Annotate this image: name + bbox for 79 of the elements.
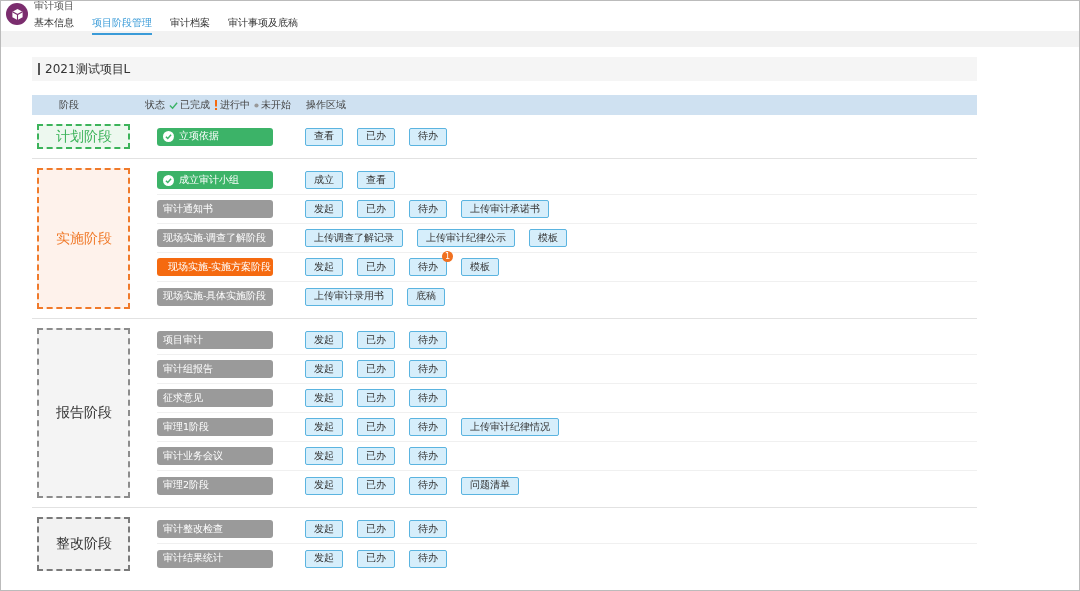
action-button[interactable]: 已办 [357, 258, 395, 276]
action-button[interactable]: 发起 [305, 418, 343, 436]
action-button[interactable]: 已办 [357, 360, 395, 378]
action-button[interactable]: 上传审计承诺书 [461, 200, 549, 218]
action-button[interactable]: 已办 [357, 418, 395, 436]
app-title: 审计项目 [34, 1, 74, 13]
action-button[interactable]: 已办 [357, 200, 395, 218]
action-button[interactable]: 发起 [305, 447, 343, 465]
task-status-bar: 审计组报告 [157, 360, 273, 378]
action-button[interactable]: 发起 [305, 476, 343, 495]
action-button[interactable]: 发起 [305, 549, 343, 568]
action-button[interactable]: 待办 [409, 389, 447, 407]
action-button[interactable]: 待办 [409, 360, 447, 378]
action-button[interactable]: 底稿 [407, 287, 445, 306]
action-button[interactable]: 已办 [357, 520, 395, 538]
action-button[interactable]: 问题清单 [461, 476, 519, 495]
action-button[interactable]: 成立 [305, 171, 343, 189]
task-status-bar: 现场实施-调查了解阶段 [157, 229, 273, 247]
action-button[interactable]: 发起 [305, 258, 343, 276]
dot-icon [254, 102, 259, 108]
task-status-bar: 成立审计小组 [157, 171, 273, 189]
check-circle-icon [163, 131, 174, 142]
task-status-bar: 征求意见 [157, 389, 273, 407]
action-button[interactable]: 待办 [409, 549, 447, 568]
action-button[interactable]: 上传审计纪律情况 [461, 418, 559, 436]
task-status-bar: 审计通知书 [157, 200, 273, 218]
column-header: 状态 [145, 98, 165, 112]
task-status-bar: 项目审计 [157, 331, 273, 349]
action-button[interactable]: 已办 [357, 549, 395, 568]
stage-label: 报告阶段 [37, 328, 130, 498]
action-button[interactable]: 已办 [357, 447, 395, 465]
legend-label: 进行中 [220, 98, 250, 112]
stage-label: 实施阶段 [37, 168, 130, 309]
action-button[interactable]: 待办 [409, 520, 447, 538]
action-button[interactable]: 上传调查了解记录 [305, 229, 403, 247]
action-button[interactable]: 模板 [529, 229, 567, 247]
action-button[interactable]: 查看 [357, 171, 395, 189]
action-button[interactable]: 待办 [409, 200, 447, 218]
column-header: 阶段 [59, 98, 80, 112]
action-button[interactable]: 模板 [461, 258, 499, 276]
check-icon [169, 100, 178, 110]
task-status-bar: 审理2阶段 [157, 476, 273, 495]
action-button[interactable]: 查看 [305, 127, 343, 146]
column-header: 操作区域 [306, 98, 346, 112]
action-button[interactable]: 待办 [409, 127, 447, 146]
count-badge: 1 [442, 251, 453, 262]
tab[interactable]: 基本信息 [34, 15, 74, 35]
action-button[interactable]: 发起 [305, 389, 343, 407]
action-button[interactable]: 待办 [409, 331, 447, 349]
action-button[interactable]: 上传审计录用书 [305, 287, 393, 306]
task-status-bar: 审计结果统计 [157, 549, 273, 568]
action-button[interactable]: 发起 [305, 200, 343, 218]
stage-label: 整改阶段 [37, 517, 130, 571]
legend-label: 已完成 [180, 98, 210, 112]
action-button[interactable]: 已办 [357, 127, 395, 146]
action-button[interactable]: 已办 [357, 389, 395, 407]
action-button[interactable]: 发起 [305, 331, 343, 349]
action-button[interactable]: 发起 [305, 520, 343, 538]
task-status-bar: 立项依据 [157, 127, 273, 146]
tab[interactable]: 审计事项及底稿 [228, 15, 298, 35]
task-status-bar: 现场实施-实施方案阶段 [157, 258, 273, 276]
action-button[interactable]: 待办 [409, 447, 447, 465]
exclamation-icon [214, 100, 218, 110]
action-button[interactable]: 上传审计纪律公示 [417, 229, 515, 247]
task-status-bar: 审计业务会议 [157, 447, 273, 465]
task-status-bar: 审计整改检查 [157, 520, 273, 538]
action-button[interactable]: 发起 [305, 360, 343, 378]
stage-label: 计划阶段 [37, 124, 130, 149]
task-status-bar: 现场实施-具体实施阶段 [157, 287, 273, 306]
check-circle-icon [163, 174, 174, 186]
action-button[interactable]: 待办 [409, 476, 447, 495]
project-title: 2021测试项目L [38, 63, 131, 75]
tab[interactable]: 审计档案 [170, 15, 210, 35]
action-button[interactable]: 已办 [357, 331, 395, 349]
action-button[interactable]: 已办 [357, 476, 395, 495]
action-button[interactable]: 待办 [409, 258, 447, 276]
legend-label: 未开始 [261, 98, 291, 112]
action-button[interactable]: 待办 [409, 418, 447, 436]
task-status-bar: 审理1阶段 [157, 418, 273, 436]
